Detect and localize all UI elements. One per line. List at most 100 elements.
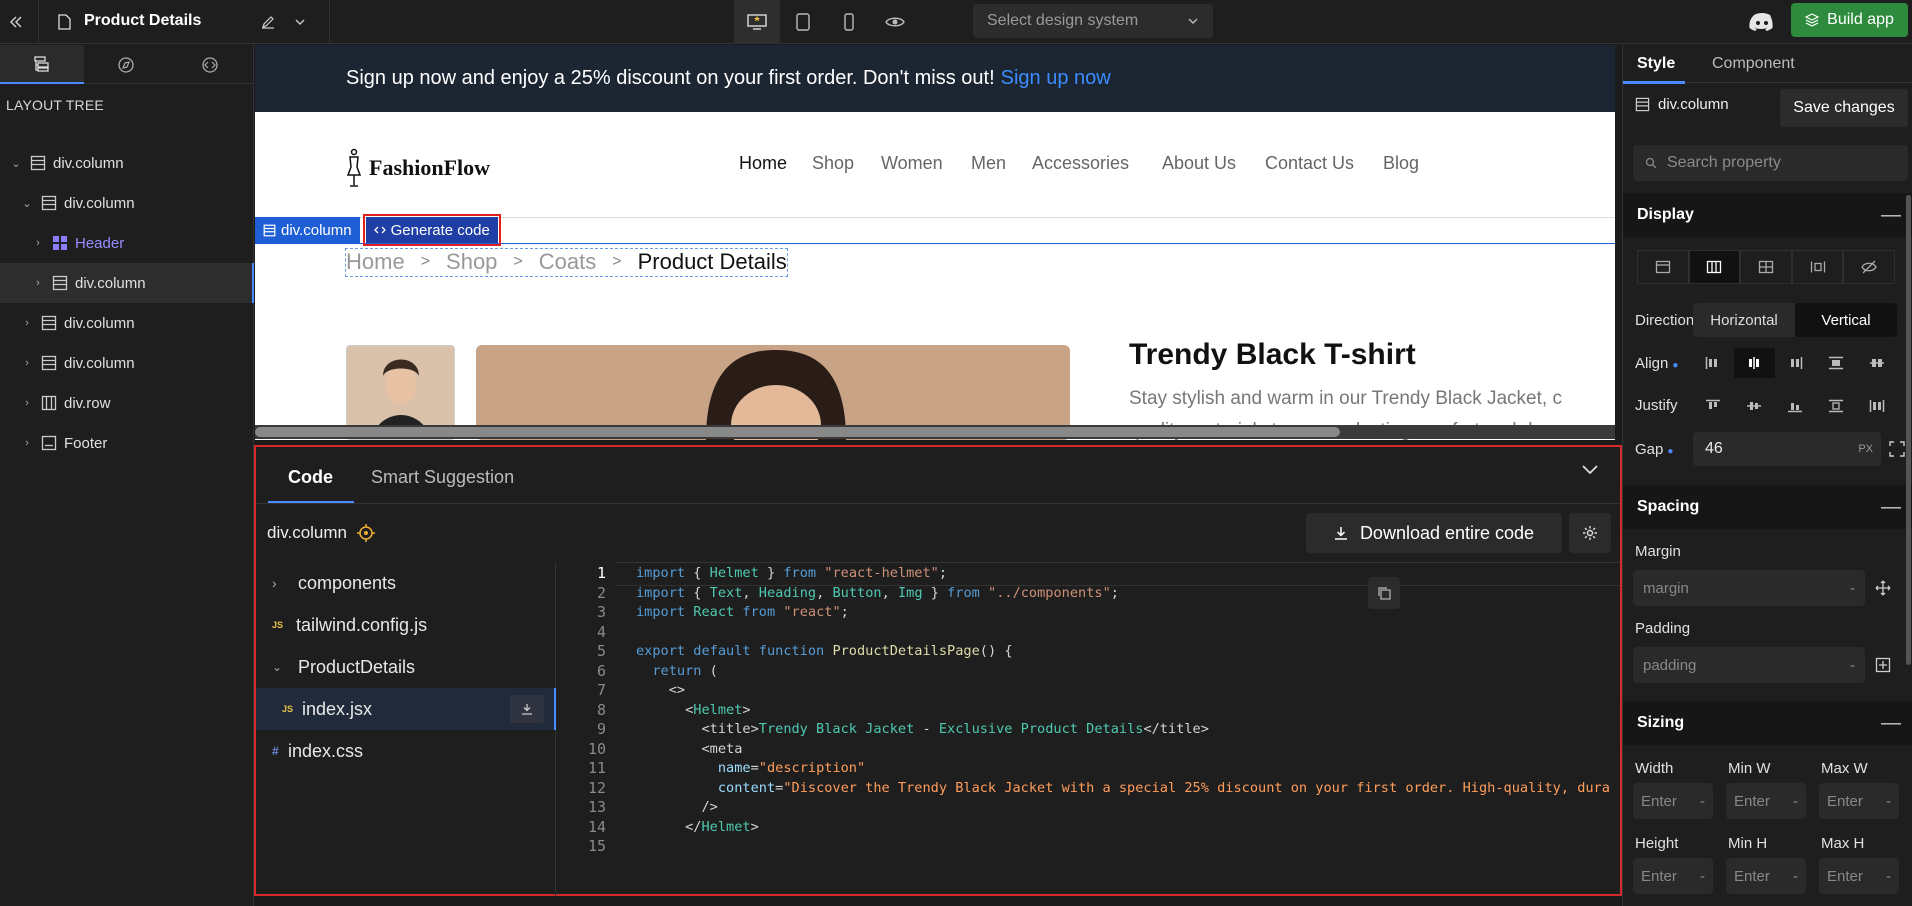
chevron-right-icon[interactable]: › <box>32 237 44 249</box>
file-item-selected[interactable]: JS index.jsx <box>256 688 556 730</box>
collapse-left-icon[interactable] <box>2 8 30 36</box>
breadcrumb-shop[interactable]: Shop <box>446 249 497 275</box>
align-stretch-icon[interactable] <box>1815 348 1856 378</box>
breadcrumb-home[interactable]: Home <box>346 249 405 275</box>
nav-shop[interactable]: Shop <box>812 153 854 174</box>
display-none-icon[interactable] <box>1843 250 1895 284</box>
chevron-right-icon[interactable]: › <box>32 277 44 289</box>
code-tab-icon[interactable] <box>168 45 252 84</box>
padding-input[interactable]: padding - <box>1633 647 1865 683</box>
layers-tab-icon[interactable] <box>0 45 84 84</box>
mobile-view-icon[interactable] <box>826 0 872 44</box>
canvas-scrollbar-thumb[interactable] <box>255 427 1340 437</box>
min-width-input[interactable]: Enter - <box>1726 783 1806 819</box>
gap-expand-icon[interactable] <box>1888 440 1906 458</box>
tree-item[interactable]: › div.row <box>0 383 254 423</box>
nav-accessories[interactable]: Accessories <box>1032 153 1129 174</box>
justify-start-icon[interactable] <box>1693 391 1734 421</box>
settings-gear-icon[interactable] <box>1569 513 1611 553</box>
tab-style[interactable]: Style <box>1637 55 1675 73</box>
height-input[interactable]: Enter - <box>1633 858 1713 894</box>
preview-eye-icon[interactable] <box>872 0 918 44</box>
selection-tag[interactable]: div.column <box>255 217 360 243</box>
tab-code[interactable]: Code <box>288 467 333 488</box>
tree-item[interactable]: › div.column <box>0 343 254 383</box>
desktop-view-icon[interactable] <box>734 0 780 44</box>
collapse-minus-icon[interactable]: — <box>1881 496 1901 519</box>
tablet-view-icon[interactable] <box>780 0 826 44</box>
tree-item[interactable]: › div.column <box>0 303 254 343</box>
section-spacing[interactable]: Spacing — <box>1623 485 1912 529</box>
discord-icon[interactable] <box>1745 8 1779 36</box>
max-height-input[interactable]: Enter - <box>1819 858 1899 894</box>
align-end-icon[interactable] <box>1775 348 1816 378</box>
section-sizing[interactable]: Sizing — <box>1623 701 1912 745</box>
direction-vertical-button[interactable]: Vertical <box>1795 303 1897 337</box>
justify-around-icon[interactable] <box>1856 391 1897 421</box>
file-item[interactable]: JS tailwind.config.js <box>256 604 556 646</box>
file-item-folder-open[interactable]: ⌄ ProductDetails <box>256 646 556 688</box>
gap-input[interactable]: 46 PX <box>1693 432 1881 466</box>
tree-item-selected[interactable]: › div.column <box>0 263 254 303</box>
display-block-icon[interactable] <box>1637 250 1689 284</box>
tree-item[interactable]: ⌄ div.column <box>0 183 254 223</box>
tree-item[interactable]: › Footer <box>0 423 254 463</box>
build-app-button[interactable]: Build app <box>1791 3 1908 37</box>
breadcrumb-coats[interactable]: Coats <box>539 249 596 275</box>
nav-blog[interactable]: Blog <box>1383 153 1419 174</box>
file-item-folder[interactable]: › components <box>256 562 556 604</box>
direction-horizontal-button[interactable]: Horizontal <box>1693 303 1795 337</box>
chevron-down-icon[interactable] <box>286 8 314 36</box>
file-item[interactable]: # index.css <box>256 730 556 772</box>
generate-code-button[interactable]: Generate code <box>362 214 501 246</box>
download-file-icon[interactable] <box>510 695 544 723</box>
assets-tab-icon[interactable] <box>84 45 168 84</box>
tab-smart-suggestion[interactable]: Smart Suggestion <box>371 467 514 488</box>
display-inline-icon[interactable] <box>1791 250 1844 284</box>
chevron-right-icon[interactable]: › <box>21 357 33 369</box>
collapse-minus-icon[interactable]: — <box>1881 712 1901 735</box>
display-flex-icon[interactable] <box>1688 250 1741 284</box>
nav-contact-us[interactable]: Contact Us <box>1265 153 1354 174</box>
nav-women[interactable]: Women <box>881 153 943 174</box>
chevron-down-icon[interactable] <box>1581 463 1599 475</box>
width-input[interactable]: Enter - <box>1633 783 1713 819</box>
search-property-input[interactable]: Search property <box>1633 145 1908 181</box>
design-canvas[interactable]: Sign up now and enjoy a 25% discount on … <box>255 45 1615 440</box>
chevron-right-icon[interactable]: › <box>21 317 33 329</box>
nav-home[interactable]: Home <box>739 153 787 174</box>
promo-signup-link[interactable]: Sign up now <box>1001 67 1111 90</box>
margin-move-icon[interactable] <box>1875 580 1891 596</box>
collapse-minus-icon[interactable]: — <box>1881 204 1901 227</box>
justify-between-icon[interactable] <box>1815 391 1856 421</box>
justify-end-icon[interactable] <box>1775 391 1816 421</box>
right-panel-scrollbar[interactable] <box>1906 195 1911 665</box>
code-editor[interactable]: 1 2 3 4 5 6 7 8 9 10 11 12 13 14 15 impo… <box>556 562 1620 896</box>
chevron-right-icon[interactable]: › <box>21 397 33 409</box>
chevron-down-icon[interactable]: ⌄ <box>10 157 22 170</box>
edit-icon[interactable] <box>254 8 282 36</box>
align-start-icon[interactable] <box>1693 348 1734 378</box>
nav-about-us[interactable]: About Us <box>1162 153 1236 174</box>
design-system-select[interactable]: Select design system <box>973 4 1213 38</box>
padding-box-icon[interactable] <box>1875 657 1891 673</box>
chevron-right-icon[interactable]: › <box>21 437 33 449</box>
tree-item[interactable]: ⌄ div.column <box>0 143 254 183</box>
justify-center-icon[interactable] <box>1734 391 1775 421</box>
save-changes-button[interactable]: Save changes <box>1780 89 1908 127</box>
align-center-icon[interactable] <box>1733 348 1775 378</box>
align-baseline-icon[interactable] <box>1856 348 1897 378</box>
copy-icon[interactable] <box>1368 577 1400 609</box>
min-height-input[interactable]: Enter - <box>1726 858 1806 894</box>
tree-item-header[interactable]: › Header <box>0 223 254 263</box>
tab-component[interactable]: Component <box>1712 55 1795 73</box>
target-icon[interactable] <box>357 524 375 542</box>
section-display[interactable]: Display — <box>1623 193 1912 237</box>
chevron-down-icon[interactable]: ⌄ <box>21 197 33 210</box>
site-logo[interactable]: FashionFlow <box>345 148 490 188</box>
max-width-input[interactable]: Enter - <box>1819 783 1899 819</box>
display-grid-icon[interactable] <box>1740 250 1792 284</box>
margin-input[interactable]: margin - <box>1633 570 1865 606</box>
nav-men[interactable]: Men <box>971 153 1006 174</box>
download-entire-code-button[interactable]: Download entire code <box>1306 513 1562 553</box>
